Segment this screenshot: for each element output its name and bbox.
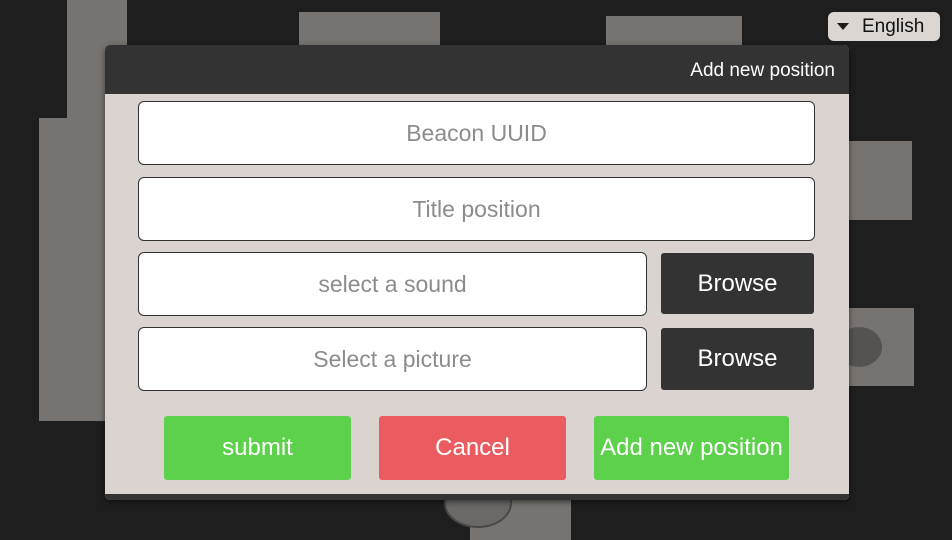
add-new-position-button[interactable]: Add new position bbox=[594, 416, 789, 480]
picture-input[interactable]: Select a picture bbox=[138, 327, 647, 391]
language-dropdown[interactable]: English bbox=[828, 12, 940, 41]
map-block bbox=[849, 141, 912, 220]
map-block bbox=[299, 12, 440, 46]
title-position-placeholder: Title position bbox=[412, 195, 541, 222]
submit-label: submit bbox=[222, 434, 293, 461]
title-position-input[interactable]: Title position bbox=[138, 177, 815, 241]
language-label: English bbox=[862, 15, 925, 37]
picture-placeholder: Select a picture bbox=[313, 345, 472, 372]
sound-input[interactable]: select a sound bbox=[138, 252, 647, 316]
add-new-position-label: Add new position bbox=[600, 434, 783, 461]
browse-picture-button[interactable]: Browse bbox=[661, 328, 814, 390]
dialog-title: Add new position bbox=[690, 59, 835, 81]
cancel-button[interactable]: Cancel bbox=[379, 416, 566, 480]
map-block bbox=[606, 16, 742, 46]
beacon-uuid-input[interactable]: Beacon UUID bbox=[138, 101, 815, 165]
browse-picture-label: Browse bbox=[697, 345, 778, 372]
dialog-header: Add new position bbox=[105, 45, 849, 94]
cancel-label: Cancel bbox=[435, 434, 510, 461]
sound-placeholder: select a sound bbox=[318, 270, 467, 297]
dialog-footer-bar bbox=[105, 494, 849, 500]
browse-sound-button[interactable]: Browse bbox=[661, 253, 814, 314]
submit-button[interactable]: submit bbox=[164, 416, 351, 480]
beacon-uuid-placeholder: Beacon UUID bbox=[406, 119, 547, 146]
add-position-dialog: Add new position Beacon UUID Title posit… bbox=[105, 45, 849, 500]
map-block bbox=[39, 118, 105, 421]
caret-down-icon bbox=[837, 23, 849, 30]
browse-sound-label: Browse bbox=[697, 269, 778, 297]
